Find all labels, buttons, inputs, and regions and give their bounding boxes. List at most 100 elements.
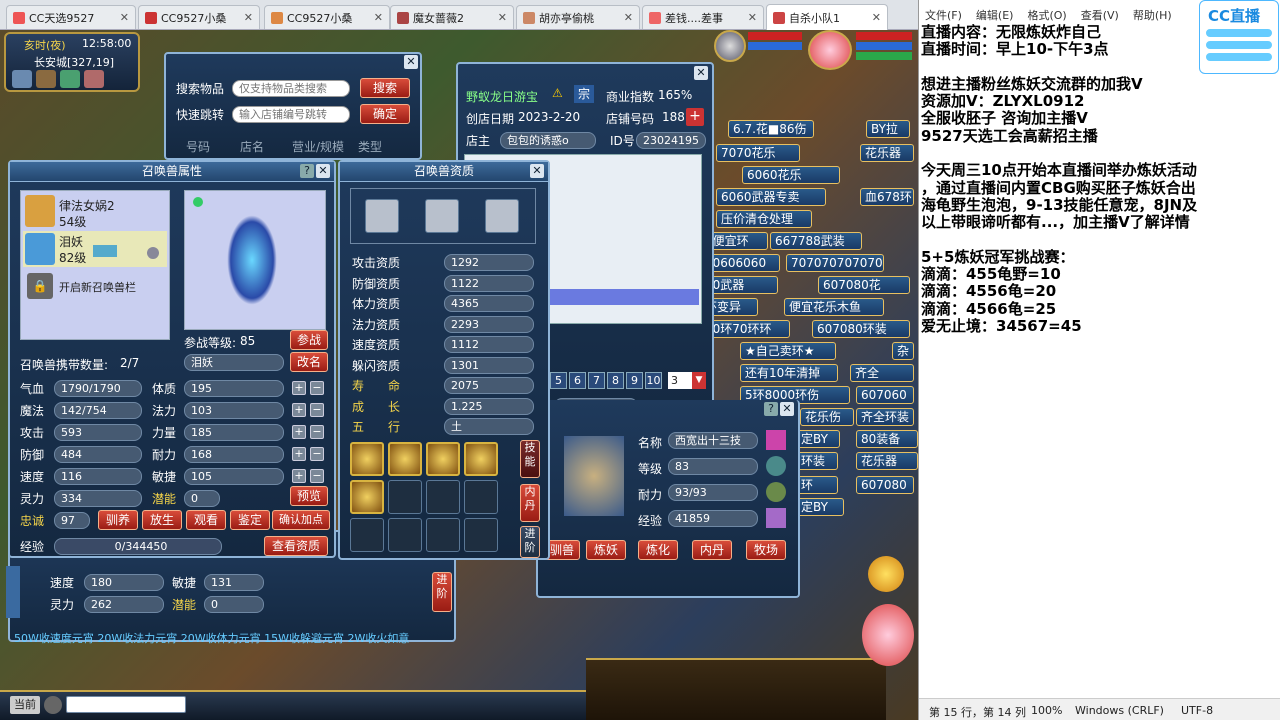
pet-list-item[interactable]: 律法女娲2 54级 [23,195,167,229]
shop-sign[interactable]: ★自己卖环★ [740,342,836,360]
skills-tab[interactable]: 技能 [520,440,540,478]
menu-edit[interactable]: 编辑(E) [976,7,1014,23]
close-icon[interactable]: ✕ [120,11,129,24]
page-button[interactable]: 9 [626,372,643,389]
minus-icon[interactable]: − [310,469,324,483]
empty-skill-slot[interactable] [464,480,498,514]
selected-row[interactable] [545,289,699,305]
confirm-button[interactable]: 确定 [360,104,410,124]
close-icon[interactable]: ✕ [694,66,708,80]
empty-skill-slot[interactable] [388,480,422,514]
gear-icon[interactable] [766,456,786,476]
armor-slot[interactable] [485,199,519,233]
chevron-down-icon[interactable]: ▼ [692,372,706,389]
plus-icon[interactable]: + [686,108,704,126]
page-select[interactable]: 3 [668,372,692,389]
page-button[interactable]: 6 [569,372,586,389]
shop-sign[interactable]: 7070花乐 [716,144,800,162]
plus-icon[interactable]: + [292,447,306,461]
empty-skill-slot[interactable] [350,518,384,552]
minus-icon[interactable]: − [310,425,324,439]
appraise-button[interactable]: 鉴定 [230,510,270,530]
shop-sign[interactable]: 定BY [796,430,840,448]
skill-icon[interactable] [350,442,384,476]
help-icon[interactable]: ? [300,164,314,178]
close-icon[interactable]: ✕ [624,11,633,24]
calendar-icon[interactable] [84,70,104,88]
close-icon[interactable]: ✕ [404,55,418,69]
skill-icon[interactable] [464,442,498,476]
advance-tab[interactable]: 进阶 [520,526,540,558]
plus-icon[interactable]: + [292,381,306,395]
shop-sign[interactable]: 环 [796,476,838,494]
shop-sign[interactable]: 607080环装 [812,320,910,338]
close-icon[interactable]: ✕ [374,11,383,24]
close-icon[interactable]: ✕ [780,402,794,416]
minimap-hud[interactable]: 亥时(夜) 12:58:00 长安城[327,19] [4,32,140,92]
tab-5[interactable]: 胡亦亭偷桃 ✕ [516,5,640,29]
empty-skill-slot[interactable] [426,518,460,552]
player-avatar[interactable] [808,30,852,70]
warning-icon[interactable]: ⚠ [552,86,568,102]
map-icon[interactable] [12,70,32,88]
chat-input[interactable] [66,696,186,713]
inner-core-tab[interactable]: 内丹 [520,484,540,522]
close-icon[interactable]: ✕ [872,11,881,24]
close-icon[interactable]: ✕ [748,11,757,24]
empty-skill-slot[interactable] [464,518,498,552]
shop-sign[interactable]: 6060武器专卖 [716,188,826,206]
tab-7-active[interactable]: 自杀小队1 ✕ [766,4,888,30]
collar-slot[interactable] [425,199,459,233]
shop-sign[interactable]: 齐全环装 [856,408,914,426]
release-button[interactable]: 放生 [142,510,182,530]
ranch-button[interactable]: 牧场 [746,540,786,560]
shop-sign[interactable]: 607080花 [818,276,910,294]
gift-icon[interactable] [60,70,80,88]
close-icon[interactable]: ✕ [316,164,330,178]
dream-menu-icon[interactable] [868,556,904,592]
refine-button[interactable]: 炼妖 [586,540,626,560]
shop-sign[interactable]: 便宜花乐木鱼 [784,298,884,316]
jump-input[interactable] [232,106,350,123]
shop-sign[interactable]: 667788武装 [770,232,862,250]
menu-help[interactable]: 帮助(H) [1133,7,1172,23]
skill-icon[interactable] [426,442,460,476]
menu-format[interactable]: 格式(O) [1027,7,1066,23]
pet-avatar[interactable] [714,30,746,62]
tab-6[interactable]: 差钱....差事 ✕ [642,5,764,29]
shop-sign[interactable]: 齐全 [850,364,914,382]
close-icon[interactable]: ✕ [244,11,253,24]
page-button[interactable]: 8 [607,372,624,389]
shop-sign[interactable]: 6060花乐 [742,166,840,184]
skill-icon[interactable] [388,442,422,476]
col-header-type[interactable]: 类型 [358,138,382,155]
close-icon[interactable]: ✕ [498,11,507,24]
pet-list-item-selected[interactable]: 泪妖 82级 [23,231,167,267]
menu-view[interactable]: 查看(V) [1081,7,1119,23]
microphone-icon[interactable] [44,696,62,714]
watch-button[interactable]: 观看 [186,510,226,530]
plus-icon[interactable]: + [292,469,306,483]
plus-icon[interactable]: + [292,403,306,417]
shop-sign[interactable]: 花乐器 [856,452,918,470]
plus-icon[interactable]: + [292,425,306,439]
shop-sign[interactable]: 环装 [796,452,838,470]
empty-skill-slot[interactable] [426,480,460,514]
rename-button[interactable]: 改名 [290,352,328,372]
shop-sign[interactable]: 607080 [856,476,914,494]
shop-sign[interactable]: 6.7.花■86伤 [728,120,814,138]
wand-icon[interactable] [766,508,786,528]
inner-core-button[interactable]: 内丹 [692,540,732,560]
tab-4[interactable]: 魔女蔷薇2 ✕ [390,5,514,29]
confirm-points-button[interactable]: 确认加点 [272,510,330,530]
helmet-slot[interactable] [365,199,399,233]
help-icon[interactable]: ? [764,402,778,416]
menu-file[interactable]: 文件(F) [925,7,962,23]
minus-icon[interactable]: − [310,447,324,461]
minus-icon[interactable]: − [310,381,324,395]
shop-sign[interactable]: 707070707070 [786,254,884,272]
skill-icon[interactable] [350,480,384,514]
companion-avatar[interactable] [862,604,914,666]
chat-channel-tabs[interactable] [6,566,20,618]
current-channel-button[interactable]: 当前 [10,696,40,714]
